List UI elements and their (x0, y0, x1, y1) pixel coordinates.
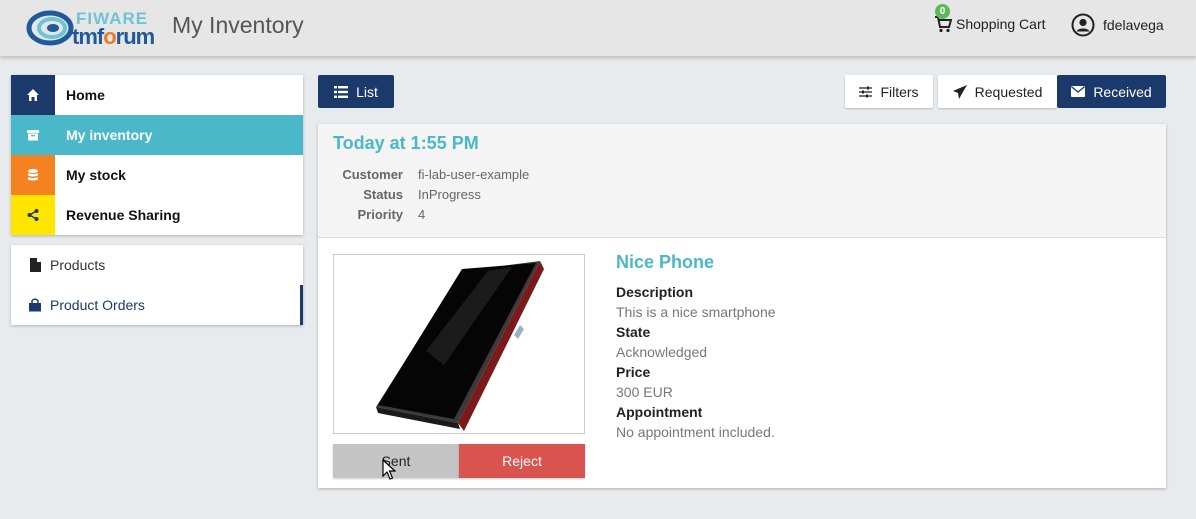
paper-plane-icon (952, 84, 967, 99)
sent-button[interactable]: Sent (333, 444, 459, 478)
list-view-button[interactable]: List (318, 75, 394, 108)
requested-button-label: Requested (974, 83, 1043, 100)
description-value: This is a nice smartphone (616, 304, 776, 320)
filters-button[interactable]: Filters (845, 75, 933, 108)
logo-swirl-icon (26, 10, 74, 46)
mouse-cursor-icon (382, 459, 396, 480)
shopping-bag-icon (28, 298, 42, 312)
user-circle-icon (1071, 13, 1095, 37)
priority-key: Priority (357, 206, 403, 222)
received-button-label: Received (1093, 83, 1152, 100)
cart-label: Shopping Cart (956, 16, 1046, 32)
shopping-cart-link[interactable]: 0 Shopping Cart (934, 4, 1046, 33)
order-meta-row: Customer fi-lab-user-example (333, 164, 529, 184)
sidebar-item-label: Home (66, 87, 105, 103)
appointment-label: Appointment (616, 404, 703, 420)
sidebar-item-label: Products (50, 257, 106, 273)
order-meta-row: Status InProgress (333, 184, 529, 204)
sidebar-item-products[interactable]: Products (11, 245, 303, 285)
logo-tmforum-text: tmforum (72, 24, 155, 49)
username-label: fdelavega (1103, 17, 1164, 33)
cart-count-badge: 0 (935, 4, 950, 19)
product-name[interactable]: Nice Phone (616, 252, 776, 282)
cart-icon: 0 (934, 4, 953, 33)
sidebar-item-label: Product Orders (50, 297, 145, 313)
state-label: State (616, 324, 651, 340)
order-meta: Customer fi-lab-user-example Status InPr… (333, 164, 529, 224)
sidebar-item-my-stock[interactable]: My stock (11, 155, 303, 195)
sidebar-main-nav: Home My inventory My stock Revenue Shari… (11, 75, 303, 235)
priority-value: 4 (418, 206, 426, 222)
list-icon (334, 85, 349, 98)
file-icon (28, 258, 42, 272)
received-tab-button[interactable]: Received (1057, 75, 1166, 108)
database-icon (11, 155, 55, 195)
sidebar-item-label: Revenue Sharing (66, 207, 181, 223)
sidebar-sub-nav: Products Product Orders (11, 245, 303, 325)
user-menu[interactable]: fdelavega (1071, 13, 1164, 37)
filters-button-label: Filters (880, 83, 919, 100)
description-label: Description (616, 284, 694, 300)
fiware-tmforum-logo[interactable]: FIWARE tmforum (26, 6, 166, 49)
order-date: Today at 1:55 PM (333, 133, 479, 153)
sliders-icon (859, 86, 873, 97)
sidebar-item-product-orders[interactable]: Product Orders (11, 285, 303, 325)
appointment-value: No appointment included. (616, 424, 775, 440)
sidebar-item-label: My inventory (66, 127, 153, 143)
order-card: Today at 1:55 PM Customer fi-lab-user-ex… (318, 124, 1166, 488)
order-meta-row: Priority 4 (333, 204, 529, 224)
page-title: My Inventory (172, 12, 304, 38)
customer-value: fi-lab-user-example (418, 166, 530, 182)
requested-tab-button[interactable]: Requested (938, 75, 1057, 108)
customer-key: Customer (342, 166, 403, 182)
sidebar-item-revenue-sharing[interactable]: Revenue Sharing (11, 195, 303, 235)
share-icon (11, 195, 55, 235)
status-value: InProgress (418, 186, 481, 202)
price-value: 300 EUR (616, 384, 673, 400)
sidebar-item-label: My stock (66, 167, 126, 183)
top-header: FIWARE tmforum My Inventory 0 Shopping C… (0, 0, 1196, 57)
sidebar-item-my-inventory[interactable]: My inventory (11, 115, 303, 155)
order-header: Today at 1:55 PM Customer fi-lab-user-ex… (318, 124, 1166, 238)
reject-button[interactable]: Reject (459, 444, 585, 478)
state-value: Acknowledged (616, 344, 708, 360)
product-image (333, 254, 585, 434)
list-button-label: List (356, 83, 378, 100)
archive-icon (11, 115, 55, 155)
home-icon (11, 75, 55, 115)
envelope-icon (1071, 86, 1086, 97)
price-label: Price (616, 364, 651, 380)
product-details: Nice Phone Description This is a nice sm… (616, 252, 776, 442)
status-key: Status (363, 186, 403, 202)
sidebar-item-home[interactable]: Home (11, 75, 303, 115)
